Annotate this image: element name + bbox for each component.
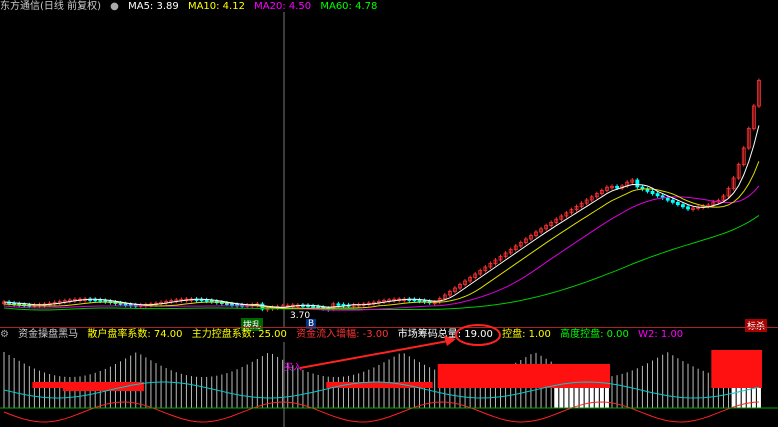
indicator-area-red (62, 387, 144, 391)
indicator-area-red (437, 364, 610, 388)
candle-body (615, 185, 619, 189)
candle-body (645, 188, 650, 192)
candle-body (681, 204, 685, 208)
indicator-chart[interactable] (0, 342, 778, 427)
ma60-label: MA60: 4.78 (320, 1, 378, 12)
indicator-name: 资金操盘黑马 (18, 329, 79, 340)
ma5-line (3, 125, 760, 309)
chart-title: 东方通信(日线 前复权) (0, 1, 101, 12)
candle-body (650, 190, 655, 194)
candle-body (123, 303, 128, 306)
param-main: 主力控盘系数: 25.00 (191, 329, 287, 340)
indicator-red-line (3, 401, 759, 423)
param-retail: 散户盘率系数: 74.00 (87, 329, 183, 340)
param-w2: W2: 1.00 (638, 329, 684, 340)
ma60-line (3, 214, 760, 311)
param-control: 控盘: 1.00 (502, 329, 551, 340)
candle-body (230, 303, 234, 306)
ma5-label: MA5: 3.89 (128, 1, 179, 12)
ma10-label: MA10: 4.12 (187, 1, 245, 12)
gear-icon[interactable]: ⚙ (0, 329, 9, 340)
ma20-label: MA20: 4.50 (254, 1, 312, 12)
candle-body (336, 303, 341, 306)
param-inflow: 资金流入增幅: -3.00 (296, 329, 389, 340)
param-high-control: 高度控盘: 0.00 (560, 329, 629, 340)
candle-body (670, 199, 675, 203)
candle-body (655, 193, 660, 197)
ma20-line (3, 185, 760, 311)
dot-icon: ● (110, 1, 119, 12)
candle-body (686, 206, 690, 210)
candle-body (635, 179, 640, 188)
ma10-line (3, 161, 760, 309)
indicator-area-red (711, 350, 762, 388)
candle-body (665, 197, 670, 201)
param-chips: 市场筹码总量: 19.00 (397, 329, 493, 340)
indicator-legend: ⚙ 资金操盘黑马 散户盘率系数: 74.00 主力控盘系数: 25.00 资金流… (0, 328, 778, 342)
candle-body (675, 201, 680, 205)
indicator-marker: 买入 (284, 363, 303, 373)
price-chart[interactable] (0, 12, 778, 328)
